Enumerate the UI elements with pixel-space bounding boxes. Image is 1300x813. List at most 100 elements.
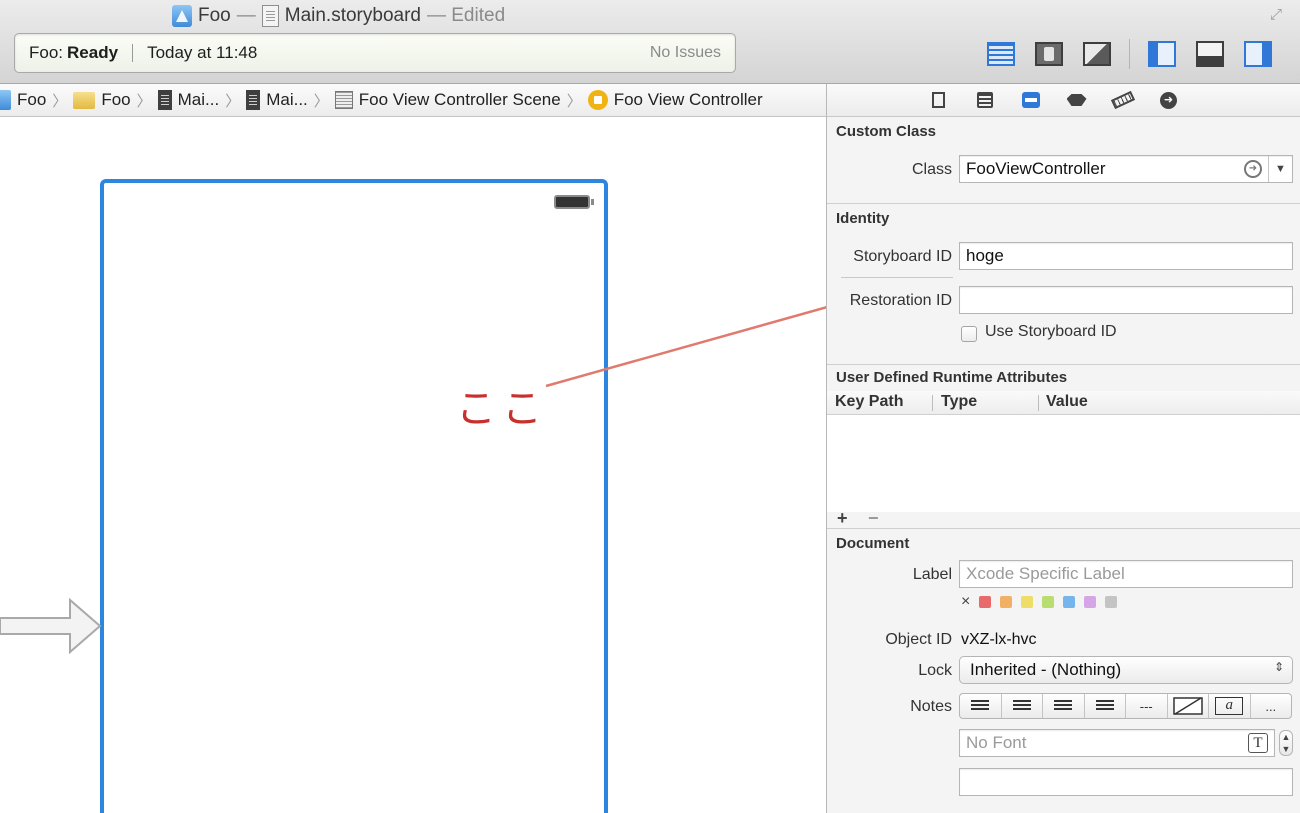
- class-label: Class: [911, 161, 952, 178]
- jumpbar-separator: 〉: [225, 92, 241, 110]
- align-right-button[interactable]: [1043, 694, 1085, 718]
- jumpbar-item-group[interactable]: Foo: [73, 90, 131, 110]
- quick-help-tab[interactable]: [974, 89, 996, 111]
- activity-scheme: Foo:: [29, 43, 64, 62]
- identity-inspector-tab[interactable]: [1020, 89, 1042, 111]
- quick-help-icon: [976, 92, 993, 108]
- storyboard-id-field[interactable]: hoge: [959, 242, 1293, 270]
- jumpbar-item-label: Mai...: [177, 90, 220, 109]
- column-header-type[interactable]: Type: [941, 393, 977, 411]
- file-inspector-tab[interactable]: [928, 89, 950, 111]
- identity-inspector: ➜ Custom Class Class FooViewController ➜…: [826, 84, 1300, 813]
- identity-section: Identity Storyboard ID hoge Restoration …: [827, 204, 1300, 365]
- more-options-button[interactable]: ...: [1251, 694, 1292, 718]
- label-color-gray[interactable]: [1105, 596, 1118, 608]
- text-dash-button[interactable]: ---: [1126, 694, 1168, 718]
- notes-label: Notes: [910, 698, 952, 715]
- runtime-attributes-table: Key Path Type Value: [827, 391, 1300, 512]
- xcode-label-field[interactable]: Xcode Specific Label: [959, 560, 1293, 588]
- column-divider: [1038, 395, 1039, 411]
- go-to-class-icon[interactable]: ➜: [1244, 160, 1262, 178]
- text-color-button[interactable]: a: [1209, 694, 1251, 718]
- standard-editor-button[interactable]: [985, 39, 1017, 69]
- activity-divider: [132, 44, 134, 62]
- view-controller-icon: [587, 90, 608, 110]
- use-storyboard-id-label: Use Storyboard ID: [985, 323, 1117, 340]
- view-controller-scene[interactable]: [100, 179, 608, 813]
- inspector-tabs: ➜: [827, 84, 1300, 117]
- activity-viewer: Foo: Ready Today at 11:48 No Issues: [14, 33, 736, 73]
- debug-panel-icon: [1196, 41, 1224, 67]
- storyboard-file-icon: [261, 5, 279, 27]
- use-storyboard-id-checkbox[interactable]: [961, 326, 977, 342]
- remove-attribute-button[interactable]: −: [868, 508, 879, 529]
- jumpbar-item-storyboard[interactable]: Mai...: [157, 90, 220, 110]
- section-title: Custom Class: [836, 123, 937, 140]
- align-left-button[interactable]: [960, 694, 1002, 718]
- window-title-status: — Edited: [426, 5, 506, 26]
- toolbar-divider: [1129, 39, 1130, 69]
- notes-format-bar: --- a ...: [959, 693, 1292, 719]
- utilities-toggle-button[interactable]: [1242, 39, 1274, 69]
- project-icon: [0, 90, 11, 110]
- lock-popup[interactable]: Inherited - (Nothing) ⇕: [959, 656, 1293, 684]
- jumpbar-item-label: Foo: [101, 90, 131, 109]
- section-title: Document: [836, 535, 910, 552]
- version-editor-button[interactable]: [1081, 39, 1113, 69]
- label-color-green[interactable]: [1042, 596, 1055, 608]
- attributes-inspector-tab[interactable]: [1066, 89, 1088, 111]
- text-color-icon: a: [1215, 697, 1244, 715]
- font-size-stepper[interactable]: ▲ ▼: [1279, 730, 1293, 756]
- initial-view-controller-arrow-icon[interactable]: [0, 596, 110, 656]
- column-header-key-path[interactable]: Key Path: [835, 393, 903, 411]
- storyboard-canvas[interactable]: ここ: [0, 118, 826, 813]
- storyboard-id-label: Storyboard ID: [853, 248, 952, 265]
- jumpbar-item-scene[interactable]: Foo View Controller Scene: [334, 90, 561, 110]
- utilities-panel-icon: [1244, 41, 1272, 67]
- label-color-blue[interactable]: [1063, 596, 1076, 608]
- label-color-purple[interactable]: [1084, 596, 1097, 608]
- ruler-icon: [1110, 90, 1135, 110]
- activity-issues[interactable]: No Issues: [650, 44, 721, 62]
- font-field[interactable]: No Font T: [959, 729, 1275, 757]
- label-color-red[interactable]: [979, 596, 992, 608]
- fullscreen-icon[interactable]: ⤢: [1270, 7, 1286, 23]
- notes-text-field[interactable]: [959, 768, 1293, 796]
- add-attribute-button[interactable]: +: [837, 508, 848, 529]
- connections-inspector-tab[interactable]: ➜: [1158, 89, 1180, 111]
- clear-label-color-button[interactable]: ×: [961, 593, 970, 611]
- object-id-value: vXZ-lx-hvc: [961, 631, 1037, 648]
- navigator-panel-icon: [1148, 41, 1176, 67]
- jumpbar-item-project[interactable]: Foo: [0, 90, 46, 110]
- object-id-label: Object ID: [885, 631, 952, 648]
- column-header-value[interactable]: Value: [1046, 393, 1088, 411]
- font-placeholder: No Font: [966, 733, 1027, 752]
- font-picker-icon[interactable]: T: [1248, 733, 1268, 753]
- class-combo-field[interactable]: FooViewController ➜ ▼: [959, 155, 1293, 183]
- label-color-picker: ×: [961, 593, 1118, 611]
- size-inspector-tab[interactable]: [1110, 89, 1135, 111]
- align-right-icon: [1054, 700, 1073, 712]
- table-body[interactable]: [827, 415, 1300, 512]
- align-center-button[interactable]: [1002, 694, 1043, 718]
- debug-area-toggle-button[interactable]: [1194, 39, 1226, 69]
- jumpbar-item-storyboard-base[interactable]: Mai...: [246, 90, 308, 110]
- jumpbar-item-label: Foo: [17, 90, 47, 109]
- navigator-toggle-button[interactable]: [1146, 39, 1178, 69]
- lock-value: Inherited - (Nothing): [970, 660, 1122, 679]
- assistant-editor-button[interactable]: [1033, 39, 1065, 69]
- window-title: Foo — Main.storyboard — Edited: [172, 2, 505, 30]
- battery-icon: [554, 195, 594, 209]
- restoration-id-field[interactable]: [959, 286, 1293, 314]
- lock-label: Lock: [918, 662, 952, 679]
- label-color-orange[interactable]: [1000, 596, 1013, 608]
- no-background-color-button[interactable]: [1168, 694, 1209, 718]
- align-justify-button[interactable]: [1085, 694, 1126, 718]
- chevron-down-icon[interactable]: ▼: [1268, 156, 1292, 182]
- jumpbar-item-view-controller[interactable]: Foo View Controller: [587, 90, 763, 110]
- align-center-icon: [1012, 700, 1031, 712]
- window-title-file: Main.storyboard: [284, 5, 421, 26]
- jump-bar: Foo 〉 Foo 〉 Mai... 〉 Mai... 〉 Foo View C…: [0, 84, 826, 117]
- label-color-yellow[interactable]: [1021, 596, 1034, 608]
- jumpbar-separator: 〉: [136, 92, 152, 110]
